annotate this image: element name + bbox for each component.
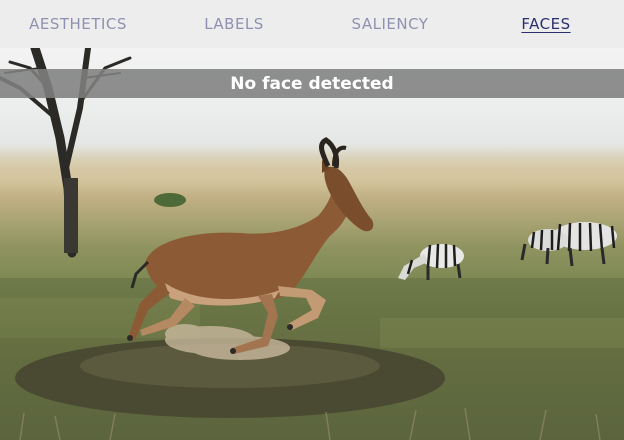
tab-faces[interactable]: FACES xyxy=(468,15,624,33)
face-detection-status-banner: No face detected xyxy=(0,69,624,98)
zebra-left xyxy=(398,243,464,280)
zebra-right-group xyxy=(520,222,617,267)
tab-saliency[interactable]: SALIENCY xyxy=(312,15,468,33)
analyzed-photo xyxy=(0,48,624,440)
analysis-tab-bar: AESTHETICS LABELS SALIENCY FACES xyxy=(0,0,624,48)
distant-shrub xyxy=(154,193,186,207)
tab-aesthetics[interactable]: AESTHETICS xyxy=(0,15,156,33)
status-message: No face detected xyxy=(230,73,394,94)
tab-labels[interactable]: LABELS xyxy=(156,15,312,33)
savanna-scene xyxy=(0,48,624,440)
acacia-trunk xyxy=(64,178,78,253)
